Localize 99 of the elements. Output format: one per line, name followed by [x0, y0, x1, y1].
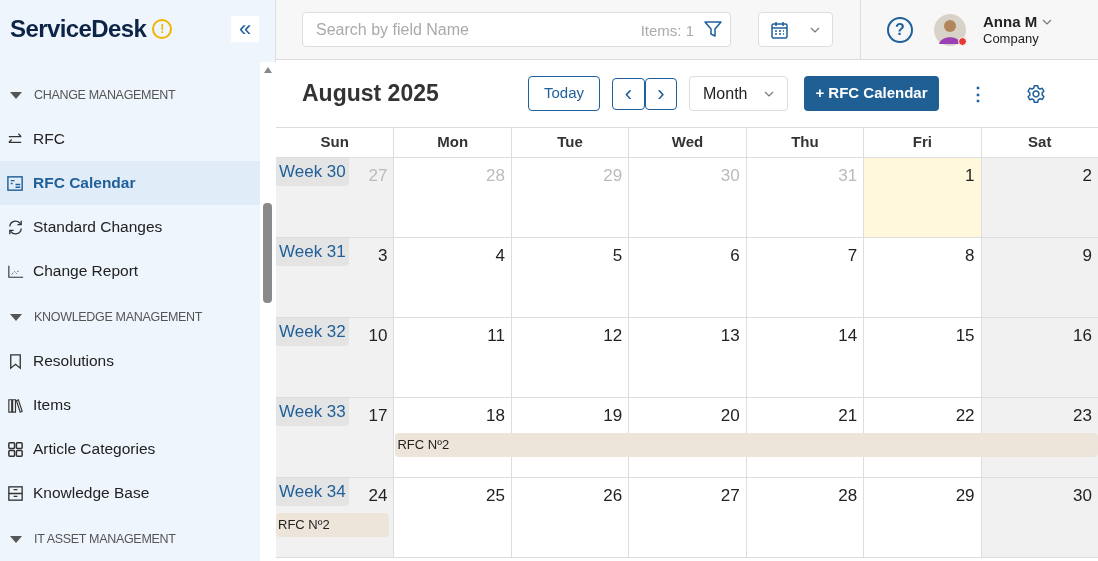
day-number: 1	[965, 165, 975, 187]
weekday-header: Fri	[863, 128, 981, 157]
day-number: 12	[603, 325, 623, 347]
week-label[interactable]: Week 31	[276, 238, 349, 266]
weekday-header: Sat	[980, 128, 1098, 157]
section-header[interactable]: KNOWLEDGE MANAGEMENT	[34, 307, 203, 327]
day-number: 7	[847, 245, 858, 267]
scrollbar[interactable]	[260, 62, 276, 561]
caret-icon[interactable]	[10, 91, 22, 99]
day-number: 14	[838, 325, 858, 347]
sidebar-item[interactable]: Resolutions	[0, 339, 260, 383]
day-number: 11	[487, 325, 505, 347]
caret-icon[interactable]	[10, 313, 22, 321]
day-number: 25	[485, 485, 505, 507]
sidebar-item[interactable]: RFC Calendar	[0, 161, 260, 205]
day-number: 10	[368, 325, 388, 347]
collapse-button[interactable]: «	[231, 15, 259, 42]
day-number: 5	[612, 245, 623, 267]
month-title: August 2025	[302, 79, 440, 109]
section-header[interactable]: CHANGE MANAGEMENT	[34, 85, 176, 105]
day-number: 19	[603, 405, 623, 427]
day-number: 28	[485, 165, 505, 187]
caret-icon[interactable]	[10, 535, 22, 543]
day-number: 24	[368, 485, 388, 507]
sidebar-item[interactable]: Standard Changes	[0, 205, 260, 249]
week-label[interactable]: Week 34	[276, 478, 349, 506]
company-name: Company	[983, 30, 1040, 47]
help-button[interactable]: ?	[887, 16, 913, 43]
day-number: 28	[838, 485, 858, 507]
sidebar-item[interactable]: Knowledge Base	[0, 471, 260, 515]
day-cell[interactable]: 30	[980, 478, 1098, 557]
sidebar-item[interactable]: Items	[0, 383, 260, 427]
warning-icon: !	[152, 18, 173, 39]
chevron-down-icon	[764, 90, 774, 97]
day-number: 18	[485, 405, 505, 427]
cabinet-icon	[6, 483, 25, 503]
grid-icon	[6, 439, 25, 459]
app-title: ServiceDesk	[10, 13, 147, 44]
day-cell[interactable]: Week 32 10	[276, 318, 394, 397]
weekday-header: Tue	[510, 128, 629, 157]
day-number: 22	[955, 405, 975, 427]
day-cell[interactable]: Week 31 3	[276, 238, 394, 317]
day-number: 27	[720, 485, 740, 507]
items-count: Items: 1	[640, 21, 694, 41]
refresh-icon	[6, 217, 25, 237]
day-number: 9	[1082, 245, 1092, 267]
view-dropdown[interactable]: Month	[689, 76, 788, 111]
user-avatar[interactable]	[934, 13, 966, 46]
day-number: 3	[377, 245, 388, 267]
day-number: 15	[955, 325, 975, 347]
weekday-header: Mon	[393, 128, 511, 157]
sidebar-item[interactable]: Article Categories	[0, 427, 260, 471]
week-label[interactable]: Week 30	[276, 158, 349, 186]
day-number: 17	[368, 405, 388, 427]
day-number: 16	[1073, 325, 1092, 347]
sidebar-item[interactable]: Change Report	[0, 249, 260, 293]
user-name[interactable]: Anna M	[983, 12, 1038, 31]
weekday-header: Thu	[745, 128, 864, 157]
add-rfc-calendar-button[interactable]: + RFC Calendar	[804, 76, 939, 111]
week-label[interactable]: Week 33	[276, 398, 349, 426]
day-number: 8	[965, 245, 975, 267]
day-number: 23	[1073, 405, 1092, 427]
day-number: 29	[955, 485, 975, 507]
settings-icon[interactable]	[1026, 83, 1046, 104]
event-bar[interactable]: RFC Nº2	[276, 513, 390, 537]
weekday-header: Wed	[628, 128, 746, 157]
day-number: 31	[838, 165, 858, 187]
sidebar-item[interactable]: RFC	[0, 117, 260, 161]
section-header[interactable]: IT ASSET MANAGEMENT	[34, 529, 176, 549]
week-label[interactable]: Week 32	[276, 318, 349, 346]
day-cell[interactable]: 16	[980, 318, 1098, 397]
chevron-down-icon	[810, 26, 820, 33]
day-number: 21	[838, 405, 858, 427]
scroll-up-icon[interactable]	[263, 66, 273, 74]
day-number: 30	[720, 165, 740, 187]
day-number: 26	[603, 485, 623, 507]
day-number: 30	[1073, 485, 1092, 507]
more-button[interactable]: ⋮	[969, 81, 981, 106]
day-cell[interactable]: 9	[980, 238, 1098, 317]
day-number: 6	[730, 245, 740, 267]
previous-button[interactable]: ‹	[612, 77, 645, 110]
day-number: 13	[720, 325, 740, 347]
filter-icon[interactable]	[703, 19, 723, 39]
day-cell[interactable]: 2	[980, 158, 1098, 237]
day-number: 20	[720, 405, 740, 427]
day-number: 29	[603, 165, 623, 187]
calendar-list-icon	[6, 173, 25, 193]
weekday-header: Sun	[319, 132, 350, 153]
scroll-thumb[interactable]	[263, 203, 272, 303]
next-button[interactable]: ›	[645, 77, 677, 110]
day-cell[interactable]: 1	[863, 158, 981, 237]
chevron-down-icon[interactable]	[1042, 18, 1053, 25]
calendar-view-dropdown[interactable]	[758, 12, 833, 47]
today-button[interactable]: Today	[528, 76, 600, 111]
day-number: 2	[1082, 165, 1092, 187]
calendar-icon	[771, 20, 788, 39]
event-bar[interactable]: RFC Nº2	[395, 433, 1098, 457]
day-number: 4	[495, 245, 505, 267]
day-cell[interactable]: Week 33 17	[276, 398, 394, 477]
